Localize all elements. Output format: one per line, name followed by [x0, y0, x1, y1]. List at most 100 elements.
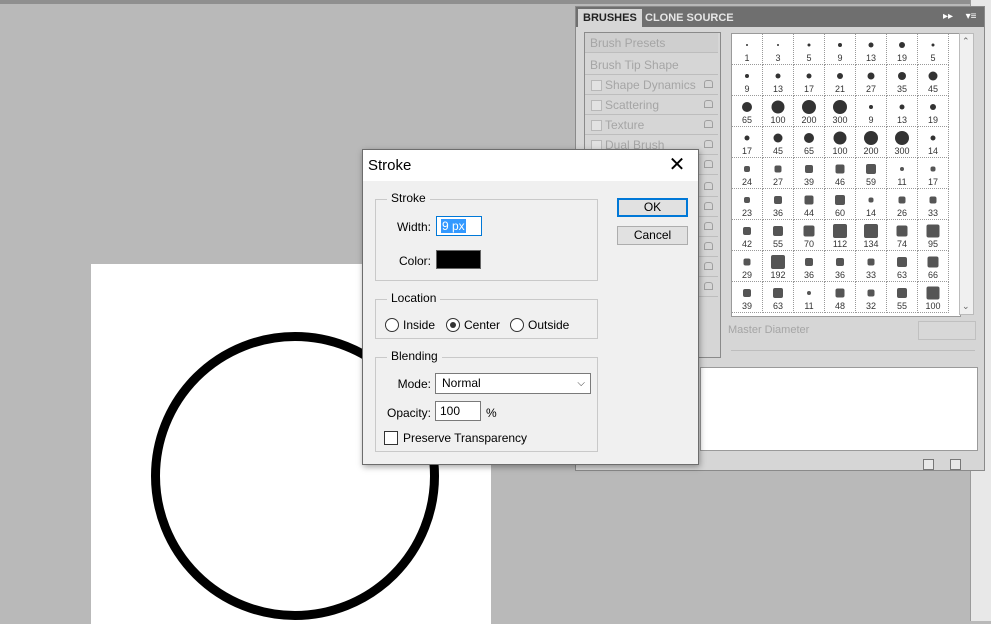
- preserve-transparency-checkbox[interactable]: [384, 431, 398, 445]
- option-texture[interactable]: Texture: [585, 115, 718, 135]
- trash-icon[interactable]: [950, 459, 961, 470]
- brush-preset-cell[interactable]: 33: [856, 251, 887, 282]
- lock-icon[interactable]: [704, 262, 713, 270]
- brush-preset-cell[interactable]: 200: [794, 96, 825, 127]
- close-icon[interactable]: ✕: [665, 153, 689, 177]
- brush-preset-cell[interactable]: 1: [732, 34, 763, 65]
- cancel-button[interactable]: Cancel: [617, 226, 688, 245]
- lock-icon[interactable]: [704, 242, 713, 250]
- checkbox-icon[interactable]: [591, 100, 602, 111]
- lock-icon[interactable]: [704, 160, 713, 168]
- brush-grid-scrollbar[interactable]: ⌃ ⌄: [959, 33, 974, 315]
- new-brush-icon[interactable]: [923, 459, 934, 470]
- lock-icon[interactable]: [704, 140, 713, 148]
- brush-preset-cell[interactable]: 3: [763, 34, 794, 65]
- brush-preset-cell[interactable]: 55: [887, 282, 918, 313]
- lock-icon[interactable]: [704, 100, 713, 108]
- brush-preset-cell[interactable]: 46: [825, 158, 856, 189]
- ok-button[interactable]: OK: [617, 198, 688, 217]
- brush-preset-cell[interactable]: 45: [918, 65, 949, 96]
- center-radio[interactable]: [446, 318, 460, 332]
- lock-icon[interactable]: [704, 182, 713, 190]
- color-swatch[interactable]: [436, 250, 481, 269]
- scroll-up-icon[interactable]: ⌃: [962, 36, 970, 47]
- brush-preset-cell[interactable]: 35: [887, 65, 918, 96]
- brush-preset-cell[interactable]: 100: [825, 127, 856, 158]
- brush-preset-cell[interactable]: 44: [794, 189, 825, 220]
- mode-select[interactable]: Normal ⌵: [435, 373, 591, 394]
- opacity-input[interactable]: 100: [435, 401, 481, 421]
- brush-preset-cell[interactable]: 39: [794, 158, 825, 189]
- brush-preset-cell[interactable]: 134: [856, 220, 887, 251]
- lock-icon[interactable]: [704, 202, 713, 210]
- brush-preset-cell[interactable]: 9: [856, 96, 887, 127]
- brush-preset-cell[interactable]: 42: [732, 220, 763, 251]
- brush-preset-cell[interactable]: 19: [918, 96, 949, 127]
- brush-preset-cell[interactable]: 200: [856, 127, 887, 158]
- brush-preset-cell[interactable]: 66: [918, 251, 949, 282]
- brush-preset-cell[interactable]: 13: [887, 96, 918, 127]
- brush-preset-cell[interactable]: 32: [856, 282, 887, 313]
- brush-preset-cell[interactable]: 11: [887, 158, 918, 189]
- option-brush-tip-shape[interactable]: Brush Tip Shape: [585, 55, 718, 75]
- brush-preset-cell[interactable]: 11: [794, 282, 825, 313]
- brush-preset-cell[interactable]: 19: [887, 34, 918, 65]
- brush-preset-cell[interactable]: 24: [732, 158, 763, 189]
- brush-preset-cell[interactable]: 5: [918, 34, 949, 65]
- option-scattering[interactable]: Scattering: [585, 95, 718, 115]
- brush-preset-cell[interactable]: 192: [763, 251, 794, 282]
- brush-preset-cell[interactable]: 26: [887, 189, 918, 220]
- brush-preset-cell[interactable]: 36: [825, 251, 856, 282]
- lock-icon[interactable]: [704, 222, 713, 230]
- lock-icon[interactable]: [704, 120, 713, 128]
- brush-preset-cell[interactable]: 55: [763, 220, 794, 251]
- brush-preset-cell[interactable]: 65: [732, 96, 763, 127]
- brush-preset-cell[interactable]: 45: [763, 127, 794, 158]
- inside-radio[interactable]: [385, 318, 399, 332]
- brush-preset-cell[interactable]: 70: [794, 220, 825, 251]
- brush-preset-cell[interactable]: 21: [825, 65, 856, 96]
- brush-preset-cell[interactable]: 95: [918, 220, 949, 251]
- brush-preset-cell[interactable]: 63: [887, 251, 918, 282]
- width-input[interactable]: 9 px: [436, 216, 482, 236]
- brush-preset-cell[interactable]: 14: [856, 189, 887, 220]
- brush-preset-cell[interactable]: 33: [918, 189, 949, 220]
- lock-icon[interactable]: [704, 282, 713, 290]
- brush-preset-cell[interactable]: 13: [856, 34, 887, 65]
- brush-preset-cell[interactable]: 29: [732, 251, 763, 282]
- outside-radio[interactable]: [510, 318, 524, 332]
- tab-brushes[interactable]: BRUSHES: [578, 9, 642, 27]
- brush-preset-cell[interactable]: 27: [856, 65, 887, 96]
- brush-preset-cell[interactable]: 23: [732, 189, 763, 220]
- brush-preset-grid[interactable]: 1 3 5 9 13 19 5 9 13 17 21 27 35 45 65 100 200 300 9 13 19 17…: [731, 33, 961, 317]
- collapse-panel-icon[interactable]: ▸▸: [940, 9, 956, 25]
- brush-preset-cell[interactable]: 48: [825, 282, 856, 313]
- master-diameter-input[interactable]: [918, 321, 976, 340]
- brush-preset-cell[interactable]: 14: [918, 127, 949, 158]
- checkbox-icon[interactable]: [591, 80, 602, 91]
- brush-preset-cell[interactable]: 300: [887, 127, 918, 158]
- option-shape-dynamics[interactable]: Shape Dynamics: [585, 75, 718, 95]
- brush-preset-cell[interactable]: 60: [825, 189, 856, 220]
- brush-preset-cell[interactable]: 17: [732, 127, 763, 158]
- scroll-down-icon[interactable]: ⌄: [962, 301, 970, 312]
- brush-preset-cell[interactable]: 17: [918, 158, 949, 189]
- brush-preset-cell[interactable]: 9: [732, 65, 763, 96]
- brush-preset-cell[interactable]: 100: [918, 282, 949, 313]
- brush-preset-cell[interactable]: 13: [763, 65, 794, 96]
- tab-clone-source[interactable]: CLONE SOURCE: [640, 9, 739, 27]
- brush-preset-cell[interactable]: 112: [825, 220, 856, 251]
- lock-icon[interactable]: [704, 80, 713, 88]
- option-brush-presets[interactable]: Brush Presets: [585, 33, 718, 53]
- brush-preset-cell[interactable]: 5: [794, 34, 825, 65]
- brush-preset-cell[interactable]: 9: [825, 34, 856, 65]
- brush-preset-cell[interactable]: 59: [856, 158, 887, 189]
- brush-preset-cell[interactable]: 39: [732, 282, 763, 313]
- brush-preset-cell[interactable]: 300: [825, 96, 856, 127]
- brush-preset-cell[interactable]: 36: [794, 251, 825, 282]
- brush-preset-cell[interactable]: 36: [763, 189, 794, 220]
- brush-preset-cell[interactable]: 63: [763, 282, 794, 313]
- brush-preset-cell[interactable]: 65: [794, 127, 825, 158]
- brush-preset-cell[interactable]: 17: [794, 65, 825, 96]
- brush-preset-cell[interactable]: 74: [887, 220, 918, 251]
